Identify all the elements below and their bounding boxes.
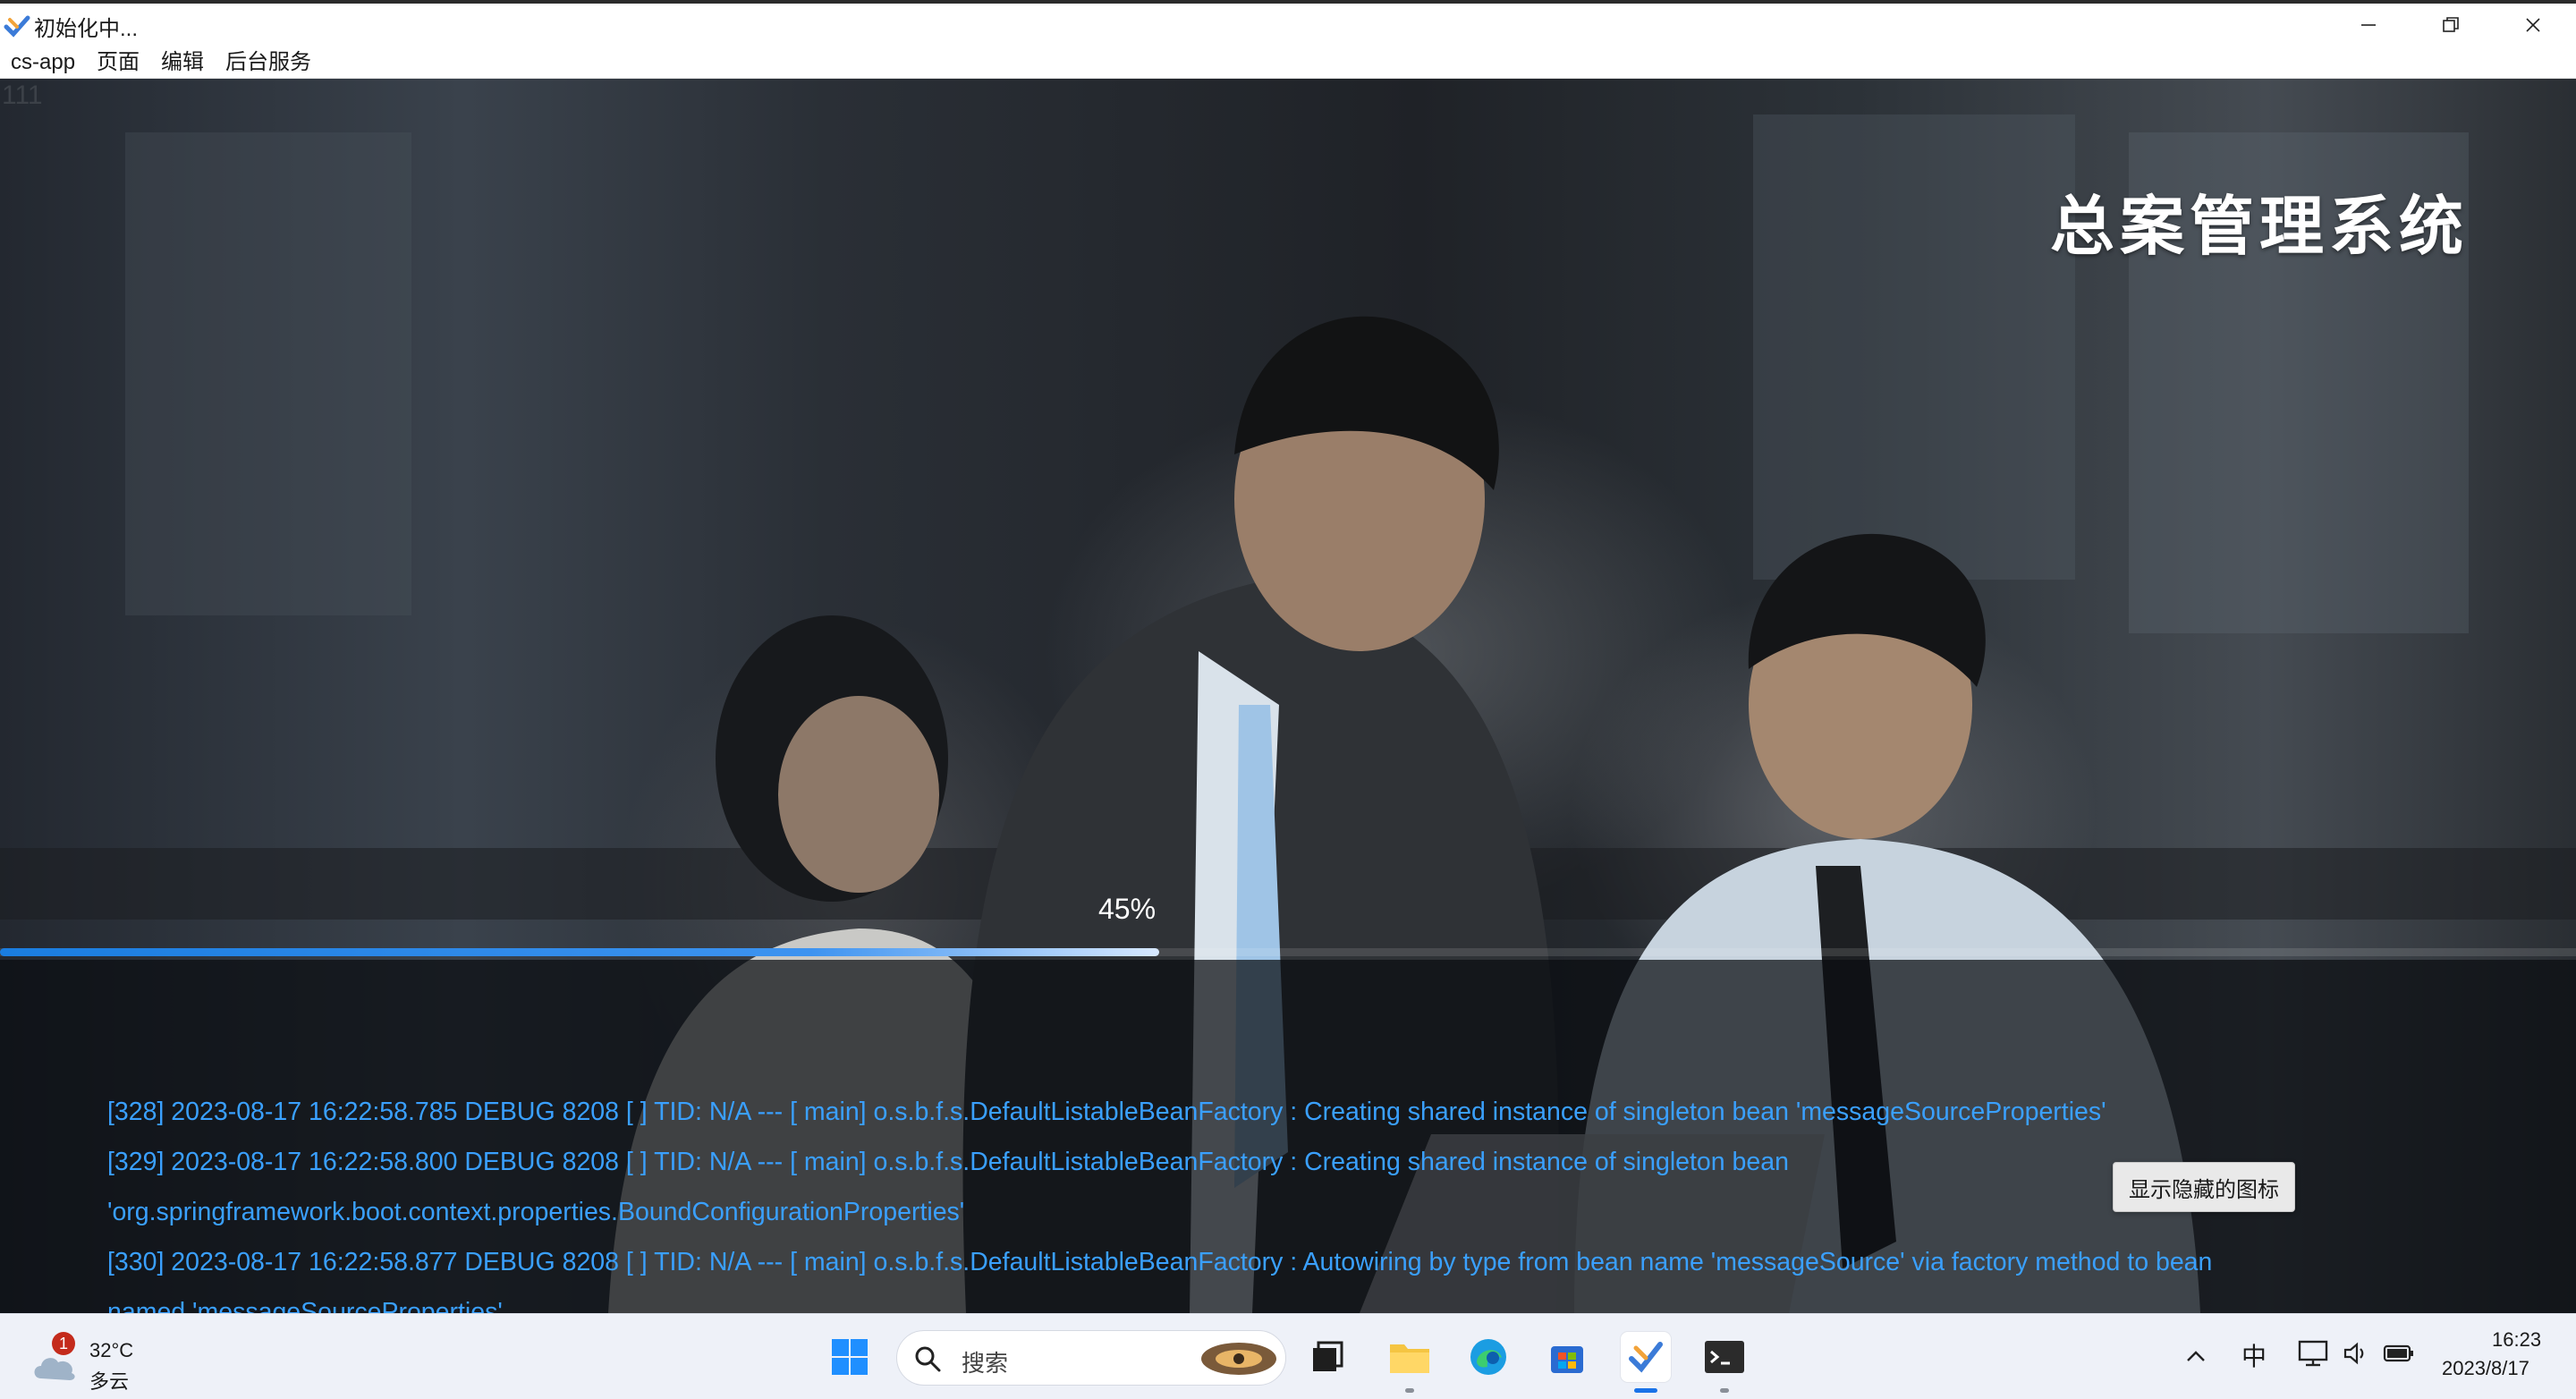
search-icon [915,1346,941,1372]
terminal-icon [1705,1341,1744,1373]
app-icon [1629,1342,1663,1373]
minimize-button[interactable] [2327,4,2410,47]
running-indicator [1720,1388,1729,1393]
battery-icon[interactable] [2383,1341,2415,1366]
log-panel: [328] 2023-08-17 16:22:58.785 DEBUG 8208… [0,960,2576,1313]
log-line: [328] 2023-08-17 16:22:58.785 DEBUG 8208… [107,1098,2106,1126]
menu-item-page[interactable]: 页面 [86,47,150,79]
search-highlight-icon [1201,1343,1276,1375]
debug-label: 111 [2,81,43,110]
show-hidden-icons-tooltip: 显示隐藏的图标 [2113,1162,2295,1212]
clock-time[interactable]: 16:23 [2492,1328,2541,1352]
ime-indicator[interactable]: 中 [2241,1337,2267,1373]
network-icon[interactable] [2297,1339,2329,1368]
progress-percent: 45% [1098,893,1157,925]
log-line: [330] 2023-08-17 16:22:58.877 DEBUG 8208… [107,1248,2213,1276]
file-explorer-button[interactable] [1385,1332,1435,1393]
close-icon [2526,18,2540,32]
taskbar: 1 32°C 多云 搜索 中 16:23 2023/8/17 [0,1313,2576,1399]
progress-bar [0,948,2576,956]
show-hidden-icons-button[interactable] [2174,1332,2218,1382]
weather-temp: 32°C [89,1339,134,1361]
store-icon [1551,1346,1583,1373]
weather-badge: 1 [52,1332,75,1355]
restore-button[interactable] [2410,4,2492,47]
system-title: 总案管理系统 [2049,191,2469,263]
active-indicator [1634,1388,1657,1393]
log-line: named 'messageSourceProperties' [107,1298,503,1313]
store-button[interactable] [1542,1332,1592,1382]
volume-icon[interactable] [2342,1339,2370,1368]
menu-item-edit[interactable]: 编辑 [150,47,215,79]
menu-item-backend-service[interactable]: 后台服务 [215,47,322,79]
start-button[interactable] [825,1332,875,1382]
window-title-bar: 初始化中... [0,0,2576,47]
taskbar-search[interactable]: 搜索 [896,1330,1286,1386]
terminal-button[interactable] [1699,1332,1750,1393]
folder-icon [1390,1344,1429,1373]
edge-browser-button[interactable] [1463,1332,1513,1382]
progress-bar-fill [0,948,1159,956]
log-line: 'org.springframework.boot.context.proper… [107,1198,965,1226]
chevron-up-icon [2187,1351,2205,1361]
weather-desc: 多云 [89,1370,130,1393]
task-view-button[interactable] [1302,1332,1352,1382]
edge-icon [1470,1339,1506,1375]
window-title: 初始化中... [34,17,139,41]
weather-widget[interactable]: 1 32°C 多云 [30,1327,174,1393]
windows-start-icon [832,1339,868,1375]
running-indicator [1405,1388,1414,1393]
close-button[interactable] [2492,4,2574,47]
clock-date[interactable]: 2023/8/17 [2442,1357,2529,1380]
app-icon [4,15,30,38]
restore-icon [2443,17,2459,32]
search-placeholder: 搜索 [962,1350,1009,1377]
cs-app-taskbar-button[interactable] [1621,1332,1671,1393]
menu-bar: cs-app 页面 编辑 后台服务 [0,47,2576,79]
splash-screen: 111 总案管理系统 45% [328] 2023-08-17 16:22:58… [0,79,2576,1313]
menu-item-cs-app[interactable]: cs-app [0,47,86,79]
minimize-icon [2361,24,2376,26]
log-line: [329] 2023-08-17 16:22:58.800 DEBUG 8208… [107,1148,1789,1176]
task-view-icon [1313,1341,1343,1371]
